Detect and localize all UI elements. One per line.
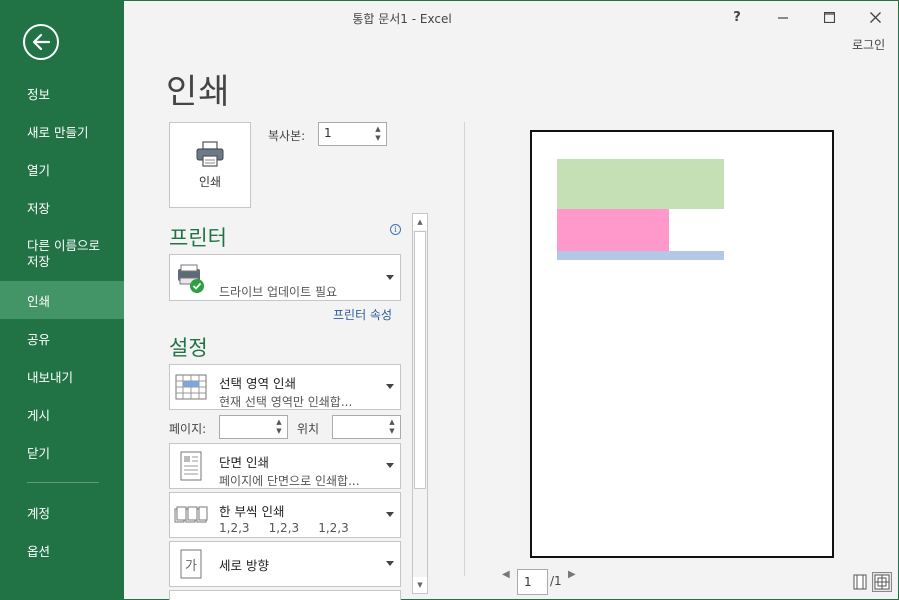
chevron-down-icon bbox=[386, 561, 394, 566]
pages-to-label: 위치 bbox=[297, 422, 320, 436]
print-preview-page bbox=[530, 130, 834, 558]
page-total: /1 bbox=[550, 574, 562, 588]
sidebar-item-options[interactable]: 옵션 bbox=[0, 531, 124, 569]
login-link[interactable]: 로그인 bbox=[852, 36, 885, 53]
close-button[interactable] bbox=[861, 6, 889, 28]
sides-title: 단면 인쇄 bbox=[219, 455, 269, 470]
printer-icon bbox=[196, 140, 224, 167]
orientation-title: 세로 방향 bbox=[219, 558, 269, 573]
sidebar-item-close[interactable]: 닫기 bbox=[0, 433, 124, 471]
sidebar-item-save-as[interactable]: 다른 이름으로 저장 bbox=[0, 234, 124, 274]
sidebar-item-save[interactable]: 저장 bbox=[0, 188, 124, 226]
collated-icon bbox=[174, 506, 208, 523]
spinner-arrows-icon[interactable]: ▲ ▼ bbox=[273, 416, 285, 438]
pages-to-spinner[interactable]: ▲ ▼ bbox=[332, 415, 401, 439]
chevron-down-icon bbox=[386, 512, 394, 517]
sidebar-divider bbox=[27, 482, 99, 483]
sidebar-item-export[interactable]: 내보내기 bbox=[0, 357, 124, 395]
close-icon bbox=[869, 11, 881, 23]
zoom-to-page-icon[interactable] bbox=[872, 572, 892, 592]
minimize-button[interactable] bbox=[769, 6, 797, 28]
printer-properties-link[interactable]: 프린터 속성 bbox=[333, 306, 392, 323]
collate-title: 한 부씩 인쇄 bbox=[219, 504, 285, 519]
one-sided-icon bbox=[180, 451, 202, 481]
orientation-dropdown[interactable]: 가 세로 방향 bbox=[169, 541, 401, 587]
show-margins-icon[interactable] bbox=[850, 572, 870, 592]
preview-pink-block bbox=[557, 209, 669, 251]
sidebar-item-share[interactable]: 공유 bbox=[0, 319, 124, 357]
portrait-orientation-icon: 가 bbox=[180, 549, 202, 579]
printer-dropdown[interactable]: 드라이브 업데이트 필요 bbox=[169, 254, 401, 301]
sides-subtitle: 페이지에 단면으로 인쇄합... bbox=[219, 474, 360, 488]
pane-divider bbox=[464, 122, 465, 576]
collate-subtitle: 1,2,3 1,2,3 1,2,3 bbox=[219, 521, 349, 535]
preview-blue-block bbox=[557, 251, 724, 260]
info-icon[interactable]: i bbox=[390, 224, 401, 235]
settings-heading: 설정 bbox=[169, 336, 208, 360]
window-title: 통합 문서1 - Excel bbox=[352, 12, 452, 26]
preview-green-block bbox=[557, 159, 724, 209]
collate-dropdown[interactable]: 한 부씩 인쇄 1,2,3 1,2,3 1,2,3 bbox=[169, 492, 401, 538]
printer-status: 드라이브 업데이트 필요 bbox=[219, 285, 338, 299]
page-number-input[interactable]: 1 bbox=[517, 569, 548, 595]
backstage-sidebar: 정보 새로 만들기 열기 저장 다른 이름으로 저장 인쇄 공유 내보내기 게시… bbox=[0, 0, 124, 600]
scroll-down-icon[interactable]: ▼ bbox=[413, 577, 427, 593]
spinner-arrows-icon[interactable]: ▲ ▼ bbox=[386, 416, 398, 438]
print-button-label: 인쇄 bbox=[198, 174, 222, 189]
chevron-down-icon bbox=[386, 463, 394, 468]
print-button[interactable]: 인쇄 bbox=[169, 122, 251, 208]
prev-page-icon[interactable]: ◀ bbox=[502, 569, 510, 580]
settings-scrollbar[interactable]: ▲ ▼ bbox=[412, 213, 428, 594]
spinner-arrows-icon[interactable]: ▲ ▼ bbox=[372, 123, 384, 145]
chevron-down-icon bbox=[386, 384, 394, 389]
print-scope-subtitle: 현재 선택 영역만 인쇄합... bbox=[219, 395, 353, 409]
sides-dropdown[interactable]: 단면 인쇄 페이지에 단면으로 인쇄합... bbox=[169, 443, 401, 489]
pages-label: 페이지: bbox=[169, 422, 207, 436]
chevron-down-icon bbox=[386, 274, 394, 280]
svg-text:가: 가 bbox=[185, 559, 197, 574]
back-arrow-icon[interactable] bbox=[23, 24, 59, 60]
print-scope-title: 선택 영역 인쇄 bbox=[219, 376, 296, 391]
maximize-icon bbox=[823, 11, 835, 23]
sidebar-item-info[interactable]: 정보 bbox=[0, 74, 124, 112]
print-scope-dropdown[interactable]: 선택 영역 인쇄 현재 선택 영역만 인쇄합... bbox=[169, 364, 401, 410]
printer-heading: 프린터 bbox=[169, 226, 227, 250]
scroll-up-icon[interactable]: ▲ bbox=[413, 214, 427, 230]
sidebar-item-new[interactable]: 새로 만들기 bbox=[0, 112, 124, 150]
sidebar-item-account[interactable]: 계정 bbox=[0, 493, 124, 531]
page-title: 인쇄 bbox=[166, 72, 231, 112]
scrollbar-thumb[interactable] bbox=[414, 231, 426, 489]
help-button[interactable]: ? bbox=[723, 6, 751, 28]
copies-spinner[interactable]: 1 ▲ ▼ bbox=[318, 122, 387, 146]
minimize-icon bbox=[778, 17, 788, 19]
print-selection-icon bbox=[175, 374, 207, 400]
maximize-button[interactable] bbox=[815, 6, 843, 28]
printer-ready-icon bbox=[178, 264, 204, 293]
copies-value: 1 bbox=[324, 126, 332, 140]
paper-size-dropdown[interactable] bbox=[169, 590, 401, 600]
pages-from-spinner[interactable]: ▲ ▼ bbox=[219, 415, 288, 439]
sidebar-item-publish[interactable]: 게시 bbox=[0, 395, 124, 433]
sidebar-item-open[interactable]: 열기 bbox=[0, 150, 124, 188]
next-page-icon[interactable]: ▶ bbox=[568, 569, 576, 580]
copies-label: 복사본: bbox=[268, 129, 306, 143]
sidebar-item-print[interactable]: 인쇄 bbox=[0, 281, 124, 319]
